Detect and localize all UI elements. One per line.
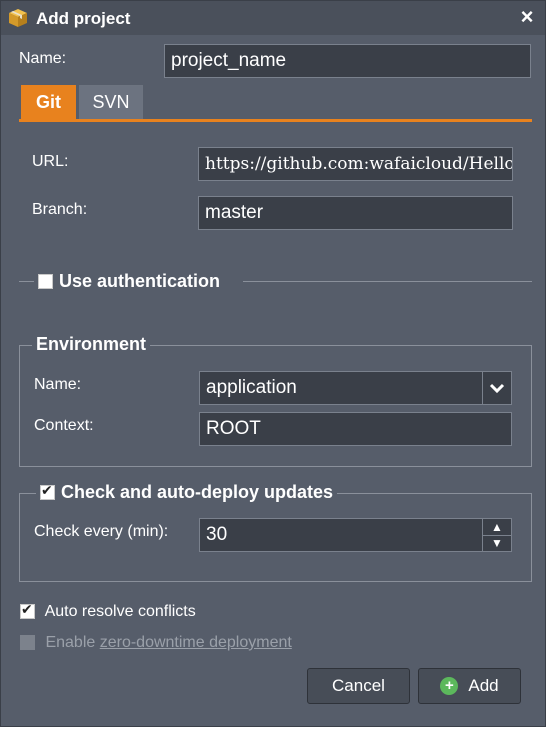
close-icon[interactable]: ×	[515, 5, 539, 29]
auth-divider-left	[19, 281, 34, 282]
tab-underline	[19, 119, 532, 122]
check-interval-value: 30	[206, 524, 228, 545]
auth-toggle[interactable]: Use authentication	[34, 269, 225, 293]
interval-spinner: ▲ ▼	[482, 519, 511, 551]
cancel-button[interactable]: Cancel	[307, 668, 410, 704]
add-button[interactable]: + Add	[418, 668, 521, 704]
tab-svn[interactable]: SVN	[79, 85, 143, 119]
zero-downtime-prefix: Enable	[45, 634, 100, 651]
env-name-select[interactable]: application	[199, 371, 512, 405]
env-name-label: Name:	[34, 376, 82, 393]
package-icon	[9, 9, 27, 27]
project-name-input[interactable]: project_name	[164, 44, 531, 78]
increment-icon[interactable]: ▲	[483, 519, 511, 536]
auto-resolve-option[interactable]: Auto resolve conflicts	[20, 602, 196, 621]
zero-downtime-link: zero-downtime deployment	[99, 634, 292, 651]
add-button-label: Add	[468, 676, 499, 695]
branch-label: Branch:	[32, 201, 88, 218]
auth-checkbox[interactable]	[38, 273, 53, 289]
dialog-title: Add project	[36, 9, 131, 28]
title-bar[interactable]: Add project ×	[1, 1, 545, 35]
project-name-label: Name:	[19, 50, 67, 67]
autodeploy-toggle[interactable]: Check and auto-deploy updates	[36, 480, 338, 504]
env-name-value: application	[206, 377, 297, 398]
environment-legend: Environment	[32, 332, 151, 356]
zero-downtime-checkbox	[20, 635, 35, 651]
autodeploy-legend: Check and auto-deploy updates	[61, 481, 334, 502]
auto-resolve-checkbox[interactable]	[20, 602, 35, 620]
auto-resolve-label: Auto resolve conflicts	[44, 603, 196, 620]
check-interval-stepper[interactable]: 30 ▲ ▼	[199, 518, 512, 552]
tab-git[interactable]: Git	[21, 85, 76, 119]
auth-divider-right	[243, 281, 532, 282]
add-project-dialog: Add project × Name: project_name Git SVN…	[0, 0, 546, 727]
environment-fieldset	[19, 345, 532, 467]
add-icon: +	[440, 677, 459, 695]
check-interval-label: Check every (min):	[34, 523, 169, 540]
auth-label: Use authentication	[59, 270, 221, 291]
url-input[interactable]: https://github.com:wafaicloud/Hello	[198, 147, 513, 181]
url-label: URL:	[32, 153, 69, 170]
chevron-down-icon[interactable]	[482, 372, 511, 404]
zero-downtime-option: Enable zero-downtime deployment	[20, 634, 292, 652]
env-context-label: Context:	[34, 417, 94, 434]
decrement-icon[interactable]: ▼	[483, 536, 511, 552]
env-context-input[interactable]: ROOT	[199, 412, 512, 446]
autodeploy-checkbox[interactable]	[40, 483, 55, 500]
branch-input[interactable]: master	[198, 196, 513, 230]
